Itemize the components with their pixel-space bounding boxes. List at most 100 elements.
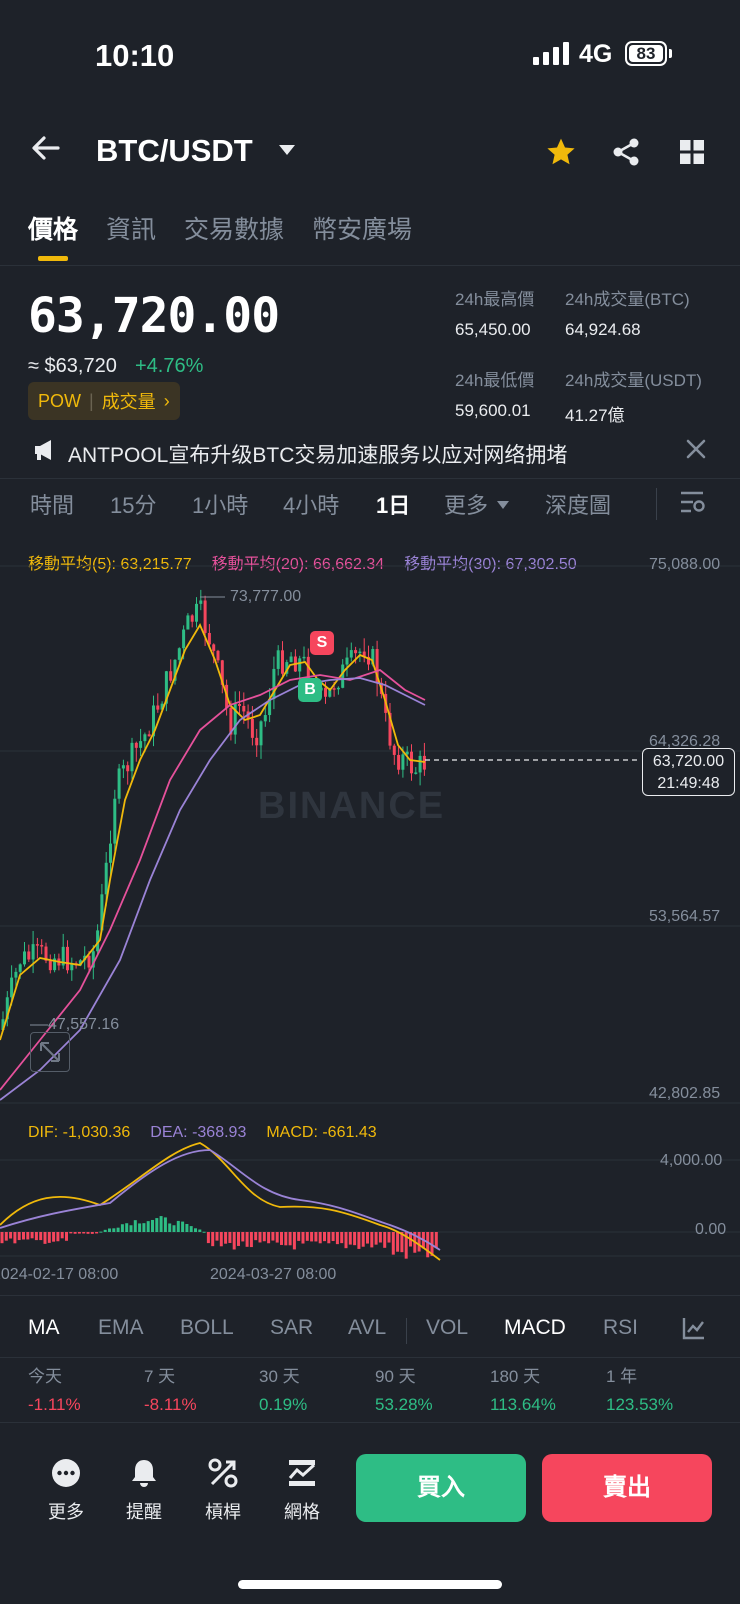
status-time: 10:10 <box>95 38 175 73</box>
macd-bar <box>185 1223 189 1232</box>
back-icon[interactable] <box>30 132 62 169</box>
macd-bar <box>387 1232 391 1243</box>
candle-body <box>66 946 69 971</box>
battery-level: 83 <box>629 45 663 62</box>
indicator-boll[interactable]: BOLL <box>180 1316 234 1340</box>
sell-marker[interactable]: S <box>310 631 334 655</box>
favorite-star-icon[interactable] <box>545 136 577 173</box>
interval-15m[interactable]: 15分 <box>110 488 156 520</box>
layout-grid-icon[interactable] <box>679 139 705 170</box>
pair-title[interactable]: BTC/USDT <box>96 133 253 169</box>
macd-bar <box>194 1228 197 1232</box>
network-type: 4G <box>579 40 613 68</box>
candle-body <box>169 671 173 681</box>
close-icon[interactable] <box>686 439 706 464</box>
indicator-settings-icon[interactable] <box>682 1316 706 1346</box>
indicator-sar[interactable]: SAR <box>270 1316 313 1340</box>
perf-item: 30 天 0.19% <box>259 1362 307 1415</box>
indicator-bar: MA EMA BOLL SAR AVL VOL MACD RSI <box>0 1316 740 1366</box>
candle-body <box>263 715 267 722</box>
macd-bar <box>176 1220 180 1232</box>
indicator-rsi[interactable]: RSI <box>603 1316 638 1340</box>
indicator-ema[interactable]: EMA <box>98 1316 144 1340</box>
stat-value: 64,924.68 <box>565 320 641 339</box>
macd-bar <box>43 1232 47 1244</box>
perf-item: 180 天 113.64% <box>490 1362 556 1415</box>
chevron-right-icon: › <box>163 390 170 411</box>
candle-body <box>10 977 14 998</box>
macd-bar <box>258 1232 262 1243</box>
indicator-avl[interactable]: AVL <box>348 1316 386 1340</box>
indicator-ma[interactable]: MA <box>28 1316 60 1340</box>
macd-bar <box>396 1232 400 1252</box>
bottom-actions: 更多 提醒 槓桿 網格 <box>0 1458 350 1548</box>
interval-depth[interactable]: 深度圖 <box>545 488 611 520</box>
stat-value: 65,450.00 <box>455 320 531 339</box>
candle-body <box>358 651 362 654</box>
candle-body <box>238 703 241 706</box>
macd-bar <box>301 1232 305 1244</box>
more-button[interactable]: 更多 <box>36 1458 96 1524</box>
interval-4h[interactable]: 4小時 <box>283 488 339 520</box>
interval-1h[interactable]: 1小時 <box>192 488 248 520</box>
chart-settings-icon[interactable] <box>680 490 706 520</box>
macd-bar <box>237 1232 240 1246</box>
perf-value: 0.19% <box>259 1395 308 1414</box>
tab-price[interactable]: 價格 <box>28 210 78 261</box>
perf-value: 113.64% <box>490 1395 556 1414</box>
macd-bar <box>142 1223 146 1232</box>
macd-bar <box>310 1232 314 1242</box>
x-tick: 2024-03-27 08:00 <box>210 1266 337 1283</box>
expand-chart-icon[interactable] <box>30 1032 70 1072</box>
buy-marker[interactable]: B <box>298 678 322 702</box>
grid-trading-button[interactable]: 網格 <box>272 1458 332 1524</box>
current-price-label: 63,720.00 <box>652 753 725 770</box>
tab-binance-square[interactable]: 幣安廣場 <box>312 210 412 246</box>
pair-dropdown-icon[interactable] <box>278 143 296 161</box>
share-icon[interactable] <box>611 137 641 172</box>
macd-y-tick: 0.00 <box>695 1221 727 1238</box>
interval-time[interactable]: 時間 <box>30 488 74 520</box>
sell-button[interactable]: 賣出 <box>542 1454 712 1522</box>
candlestick-chart[interactable] <box>0 540 740 1280</box>
interval-more[interactable]: 更多 <box>444 488 488 520</box>
leverage-button[interactable]: 槓桿 <box>193 1458 253 1524</box>
candle-body <box>23 951 26 965</box>
candle-body <box>298 658 302 672</box>
leverage-label: 槓桿 <box>205 1502 241 1522</box>
macd-bar <box>374 1232 378 1245</box>
macd-bar <box>155 1218 159 1232</box>
macd-bar <box>168 1223 172 1232</box>
macd-bar <box>9 1232 13 1239</box>
candle-body <box>199 600 203 604</box>
macd-bar <box>108 1228 111 1232</box>
megaphone-icon <box>33 439 57 466</box>
candle-body <box>250 718 254 738</box>
indicator-macd[interactable]: MACD <box>504 1316 566 1340</box>
tag-volume[interactable]: 成交量 <box>102 388 156 414</box>
candle-body <box>14 971 18 978</box>
candle-body <box>186 615 190 630</box>
candle-body <box>259 721 263 746</box>
announcement-text[interactable]: ANTPOOL宣布升级BTC交易加速服务以应对网络拥堵 <box>68 439 567 469</box>
tab-trading-data[interactable]: 交易數據 <box>184 210 284 246</box>
macd-bar <box>103 1229 107 1232</box>
macd-bar <box>228 1232 232 1243</box>
macd-bar <box>280 1232 283 1245</box>
interval-1d[interactable]: 1日 <box>376 488 410 520</box>
candle-body <box>410 751 413 774</box>
indicator-vol[interactable]: VOL <box>426 1316 468 1340</box>
candle-body <box>104 862 108 895</box>
macd-bar <box>297 1232 301 1241</box>
macd-y-tick: 4,000.00 <box>660 1152 723 1169</box>
tag-pow[interactable]: POW <box>38 391 81 412</box>
alert-button[interactable]: 提醒 <box>114 1458 174 1524</box>
macd-bar <box>77 1232 81 1234</box>
candle-body <box>147 734 151 737</box>
usd-price: ≈ $63,720 <box>28 355 117 377</box>
buy-button[interactable]: 買入 <box>356 1454 526 1522</box>
indicator-divider <box>0 1295 740 1296</box>
candle-body <box>212 644 216 651</box>
tab-info[interactable]: 資訊 <box>106 210 156 246</box>
candle-body <box>336 687 340 690</box>
